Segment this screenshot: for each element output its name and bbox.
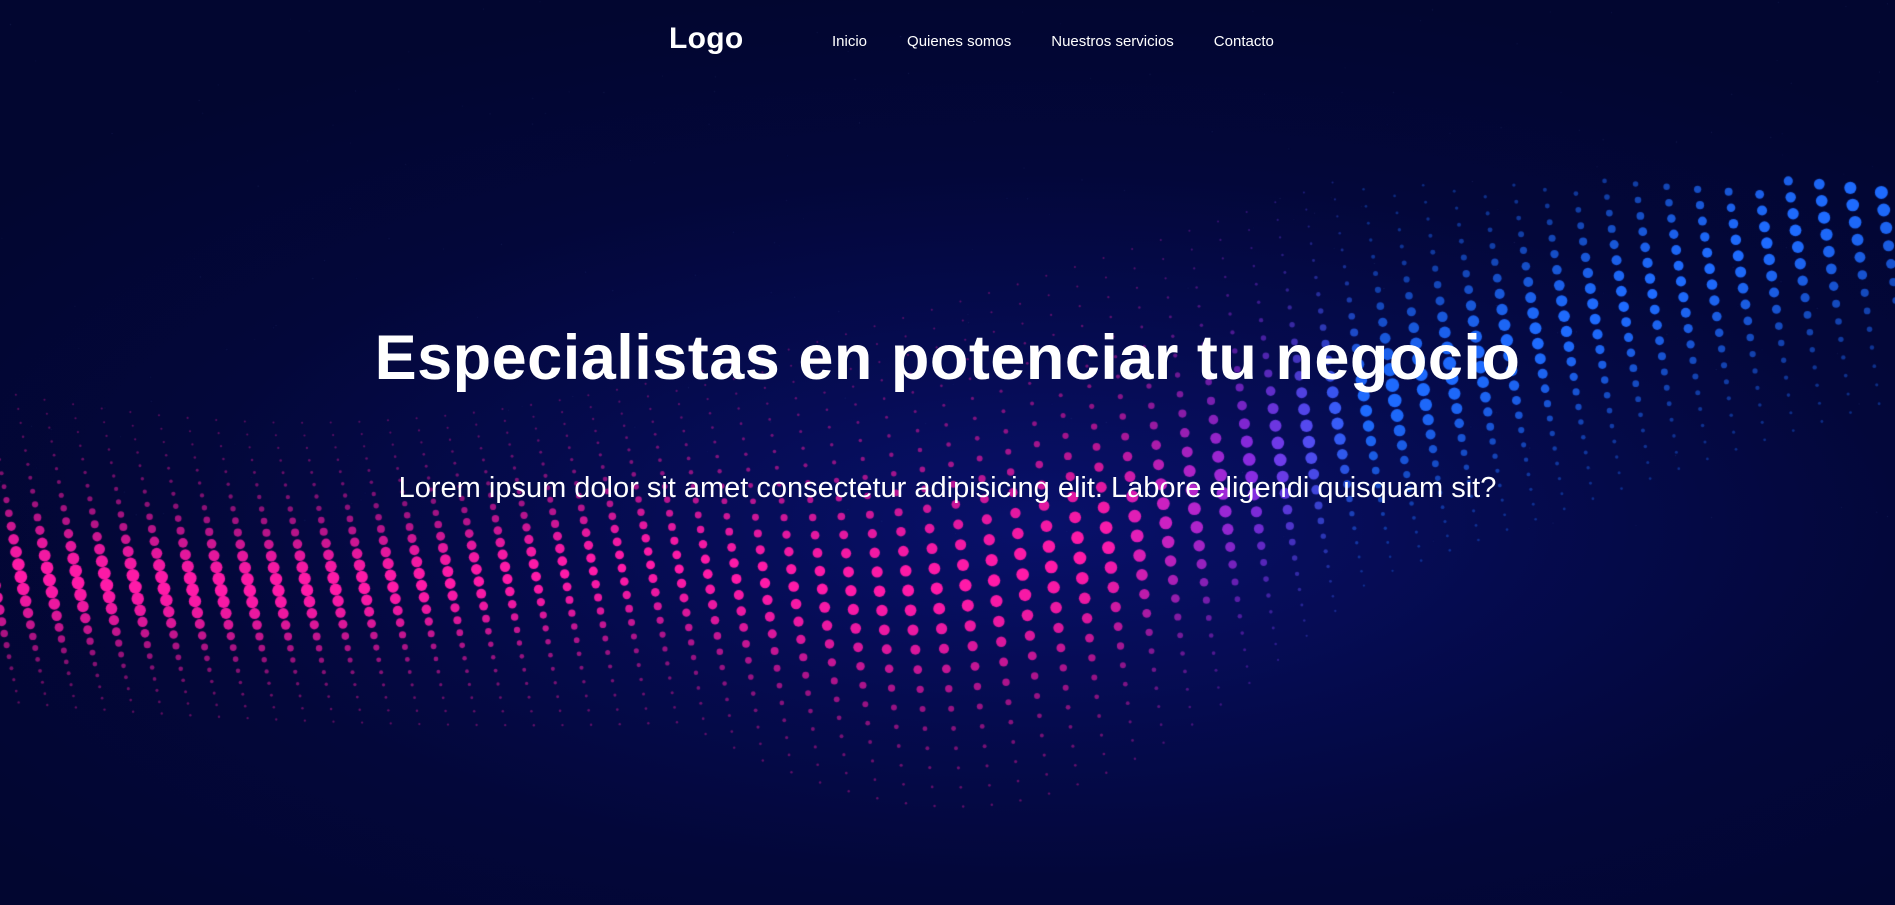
nav-link-quienes-somos[interactable]: Quienes somos (907, 33, 1011, 50)
nav-link-contacto[interactable]: Contacto (1214, 33, 1274, 50)
hero-title: Especialistas en potenciar tu negocio (0, 322, 1895, 394)
nav-item-inicio: Inicio (832, 33, 867, 51)
nav-link-nuestros-servicios[interactable]: Nuestros servicios (1051, 33, 1174, 50)
nav-item-contacto: Contacto (1214, 33, 1274, 51)
nav-link-inicio[interactable]: Inicio (832, 33, 867, 50)
hero-section: Logo Inicio Quienes somos Nuestros servi… (0, 0, 1895, 905)
nav-links: Inicio Quienes somos Nuestros servicios … (832, 33, 1274, 51)
hero-subtitle: Lorem ipsum dolor sit amet consectetur a… (0, 472, 1895, 505)
dotted-wave-background (0, 0, 1895, 905)
nav-item-quienes-somos: Quienes somos (907, 33, 1011, 51)
logo[interactable]: Logo (669, 22, 744, 56)
navbar: Logo Inicio Quienes somos Nuestros servi… (0, 0, 1895, 84)
nav-item-nuestros-servicios: Nuestros servicios (1051, 33, 1174, 51)
